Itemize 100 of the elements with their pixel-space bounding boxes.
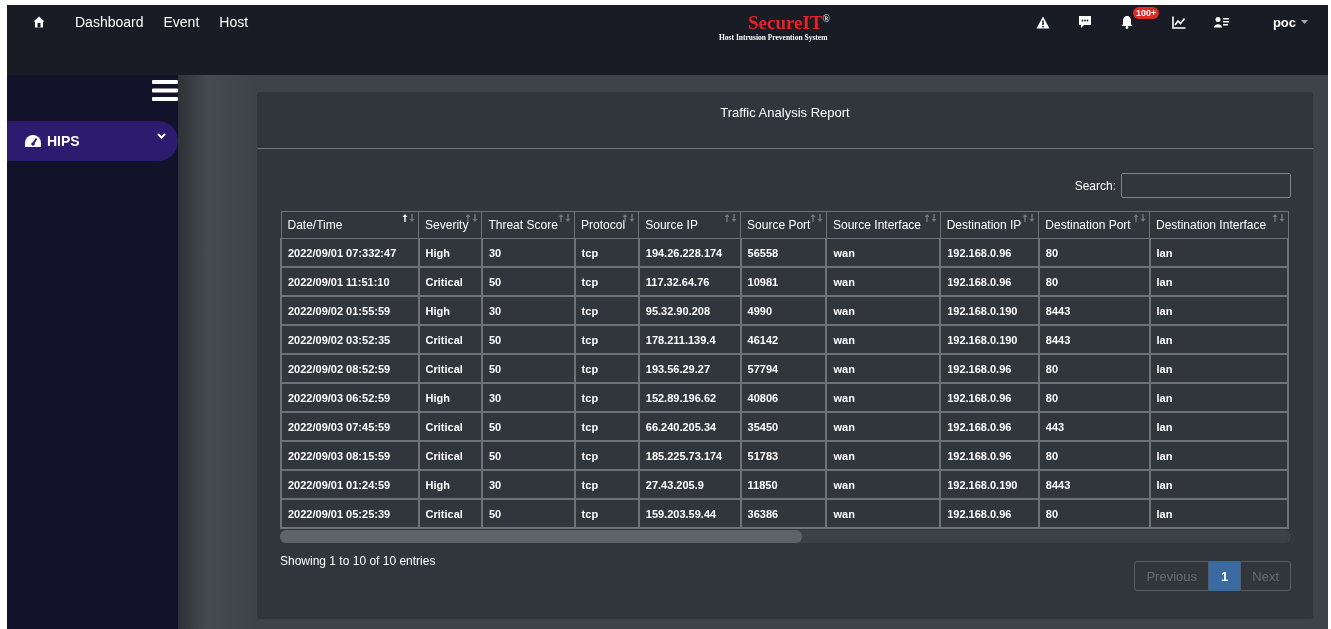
home-icon bbox=[33, 16, 45, 28]
table-cell: Critical bbox=[418, 499, 482, 528]
table-cell: 2022/09/02 08:52:59 bbox=[281, 354, 419, 383]
table-cell: 4990 bbox=[740, 296, 827, 325]
table-cell: wan bbox=[826, 441, 941, 470]
table-cell: wan bbox=[826, 238, 941, 267]
table-cell: 57794 bbox=[740, 354, 827, 383]
logo-title: SecureIT$^{®}$ bbox=[748, 11, 831, 33]
entries-info: Showing 1 to 10 of 10 entries bbox=[280, 554, 436, 568]
table-cell: 2022/09/01 05:25:39 bbox=[281, 499, 419, 528]
table-cell: tcp bbox=[574, 238, 639, 267]
table-cell: tcp bbox=[574, 325, 639, 354]
user-list-icon bbox=[1213, 16, 1229, 28]
table-cell: 443 bbox=[1038, 412, 1150, 441]
caret-icon bbox=[1301, 20, 1308, 24]
column-header[interactable]: Threat Score bbox=[481, 211, 575, 239]
user-menu[interactable]: poc bbox=[1272, 14, 1308, 30]
table-cell: 51783 bbox=[740, 441, 827, 470]
table-cell: High bbox=[418, 383, 482, 412]
table-cell: wan bbox=[826, 354, 941, 383]
table-cell: 2022/09/01 11:51:10 bbox=[281, 267, 419, 296]
table-cell: wan bbox=[826, 383, 941, 412]
table-cell: 185.225.73.174 bbox=[638, 441, 741, 470]
table-cell: tcp bbox=[574, 267, 639, 296]
nav-link[interactable]: Dashboard bbox=[75, 14, 144, 30]
column-header[interactable]: Destination Interface bbox=[1149, 211, 1288, 239]
warning-icon bbox=[1035, 15, 1050, 29]
table-cell: 117.32.64.76 bbox=[638, 267, 741, 296]
table-cell: tcp bbox=[574, 441, 639, 470]
search-field[interactable] bbox=[1121, 173, 1291, 198]
column-header[interactable]: Destination IP bbox=[940, 211, 1039, 239]
horizontal-scrollbar[interactable] bbox=[280, 530, 1291, 543]
table-cell: Critical bbox=[418, 354, 482, 383]
nav-link[interactable]: Host bbox=[219, 14, 249, 30]
table-cell: 152.89.196.62 bbox=[638, 383, 741, 412]
column-header[interactable]: Source Interface bbox=[826, 211, 941, 239]
table-cell: 192.168.0.96 bbox=[940, 412, 1039, 441]
table-cell: tcp bbox=[574, 412, 639, 441]
table-cell: 2022/09/01 07:332:47 bbox=[281, 238, 419, 267]
table-cell: 192.168.0.96 bbox=[940, 383, 1039, 412]
table-cell: tcp bbox=[574, 470, 639, 499]
table-cell: 2022/09/03 07:45:59 bbox=[281, 412, 419, 441]
table-cell: 50 bbox=[481, 325, 575, 354]
bell-icon bbox=[1119, 15, 1134, 29]
table-cell: 50 bbox=[481, 267, 575, 296]
table-cell: 159.203.59.44 bbox=[638, 499, 741, 528]
table-cell: 2022/09/03 08:15:59 bbox=[281, 441, 419, 470]
table-cell: 46142 bbox=[740, 325, 827, 354]
table-cell: 80 bbox=[1038, 267, 1150, 296]
table-cell: 2022/09/03 06:52:59 bbox=[281, 383, 419, 412]
table-cell: 192.168.0.96 bbox=[940, 354, 1039, 383]
table-cell: 193.56.29.27 bbox=[638, 354, 741, 383]
table-cell: wan bbox=[826, 470, 941, 499]
table-cell: lan bbox=[1149, 499, 1288, 528]
table-cell: 8443 bbox=[1038, 470, 1150, 499]
table-cell: lan bbox=[1149, 354, 1288, 383]
table-cell: 50 bbox=[481, 499, 575, 528]
table-cell: 10981 bbox=[740, 267, 827, 296]
table-cell: lan bbox=[1149, 441, 1288, 470]
table-cell: lan bbox=[1149, 238, 1288, 267]
table-cell: 8443 bbox=[1038, 296, 1150, 325]
chat-icon bbox=[1077, 15, 1092, 29]
table-cell: tcp bbox=[574, 296, 639, 325]
table-cell: tcp bbox=[574, 499, 639, 528]
table-cell: 178.211.139.4 bbox=[638, 325, 741, 354]
table-cell: 80 bbox=[1038, 238, 1150, 267]
table-cell: Critical bbox=[418, 412, 482, 441]
table-cell: wan bbox=[826, 296, 941, 325]
table-cell: Critical bbox=[418, 325, 482, 354]
table-cell: 194.26.228.174 bbox=[638, 238, 741, 267]
column-header[interactable]: Protocol bbox=[574, 211, 639, 239]
table-cell: 50 bbox=[481, 354, 575, 383]
menu-button[interactable] bbox=[152, 80, 178, 101]
table-cell: 192.168.0.96 bbox=[940, 441, 1039, 470]
menu-icon bbox=[152, 80, 178, 101]
table-cell: 30 bbox=[481, 470, 575, 499]
table-cell: wan bbox=[826, 325, 941, 354]
table-cell: wan bbox=[826, 412, 941, 441]
table-cell: lan bbox=[1149, 267, 1288, 296]
column-header[interactable]: Source IP bbox=[638, 211, 741, 239]
column-header[interactable]: Severity bbox=[418, 211, 482, 239]
table-cell: Critical bbox=[418, 267, 482, 296]
table-cell: 2022/09/02 01:55:59 bbox=[281, 296, 419, 325]
nav-link[interactable]: Event bbox=[163, 14, 200, 30]
table-cell: 30 bbox=[481, 238, 575, 267]
column-header[interactable]: Source Port bbox=[740, 211, 827, 239]
column-header[interactable]: Date/Time bbox=[281, 211, 419, 239]
table-cell: 36386 bbox=[740, 499, 827, 528]
table-cell: 27.43.205.9 bbox=[638, 470, 741, 499]
notification-badge: 100+ bbox=[1132, 7, 1160, 19]
table-cell: 56558 bbox=[740, 238, 827, 267]
table-cell: wan bbox=[826, 267, 941, 296]
table-cell: 35450 bbox=[740, 412, 827, 441]
table-cell: 40806 bbox=[740, 383, 827, 412]
table-cell: Critical bbox=[418, 441, 482, 470]
table-cell: 80 bbox=[1038, 383, 1150, 412]
column-header[interactable]: Destination Port bbox=[1038, 211, 1150, 239]
sidebar-item[interactable]: HIPS bbox=[7, 121, 178, 161]
page-button[interactable]: 1 bbox=[1209, 561, 1241, 591]
table-cell: wan bbox=[826, 499, 941, 528]
